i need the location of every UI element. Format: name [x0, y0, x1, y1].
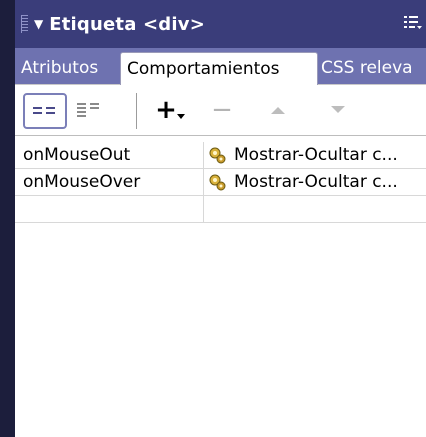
table-row[interactable]: [15, 196, 426, 223]
remove-behavior-button[interactable]: −: [205, 93, 239, 127]
minus-icon: −: [211, 95, 233, 125]
tab-comportamientos[interactable]: Comportamientos: [120, 52, 318, 85]
table-row[interactable]: onMouseOut Mostrar-Ocultar c...: [15, 142, 426, 169]
toolbar-separator: [136, 93, 137, 129]
column-divider: [203, 196, 204, 222]
action-cell[interactable]: Mostrar-Ocultar c...: [208, 169, 423, 195]
table-row[interactable]: onMouseOver Mostrar-Ocultar c...: [15, 169, 426, 196]
behaviors-table: onMouseOut Mostrar-Ocultar c... onMouseO…: [15, 142, 426, 223]
column-divider: [203, 142, 204, 168]
action-label: Mostrar-Ocultar c...: [234, 145, 398, 165]
behaviors-toolbar: + −: [15, 85, 426, 136]
drag-grip-icon[interactable]: [21, 15, 28, 33]
show-all-events-button[interactable]: [70, 95, 110, 127]
arrow-down-icon: [331, 106, 345, 113]
list-view-icon: [33, 107, 55, 114]
dropdown-caret-icon: [176, 114, 185, 119]
arrow-up-icon: [271, 107, 285, 114]
show-set-events-button[interactable]: [23, 93, 67, 129]
panel-title: Etiqueta <div>: [49, 13, 205, 35]
gear-icon: [209, 174, 226, 191]
column-divider: [203, 169, 204, 195]
triangle-down-icon[interactable]: ▼: [34, 17, 43, 31]
tab-css-relevante[interactable]: CSS releva: [315, 52, 419, 84]
add-behavior-button[interactable]: +: [153, 93, 187, 127]
plus-dropdown-icon: +: [155, 95, 177, 125]
list-all-icon: [77, 103, 99, 117]
gear-icon: [209, 147, 226, 164]
panel-titlebar[interactable]: ▼ Etiqueta <div>: [15, 0, 426, 49]
tab-atributos[interactable]: Atributos: [15, 52, 104, 84]
move-up-button[interactable]: [261, 93, 295, 127]
action-label: Mostrar-Ocultar c...: [234, 172, 398, 192]
tab-bar: Atributos Comportamientos CSS releva: [15, 48, 426, 85]
action-cell[interactable]: Mostrar-Ocultar c...: [208, 142, 423, 168]
event-cell[interactable]: onMouseOver: [23, 169, 198, 195]
move-down-button[interactable]: [321, 93, 355, 127]
panel-options-icon[interactable]: [404, 14, 422, 30]
event-cell[interactable]: onMouseOut: [23, 142, 198, 168]
